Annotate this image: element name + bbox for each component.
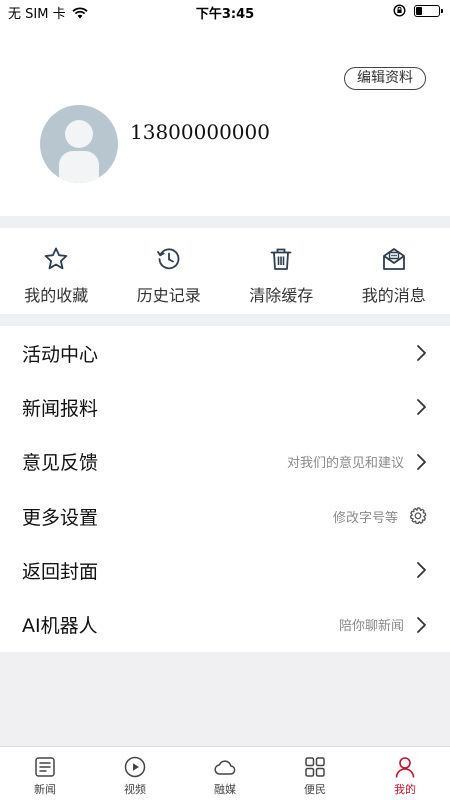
quick-action-clear-cache[interactable]: 清除缓存 <box>225 228 338 314</box>
quick-actions: 我的收藏 历史记录 清除缓存 我的消息 <box>0 228 450 314</box>
menu-item-hint: 陪你聊新闻 <box>338 619 404 635</box>
tab-label: 视频 <box>124 783 146 796</box>
menu-item-activity-center[interactable]: 活动中心 <box>0 326 450 380</box>
settings-menu: 活动中心 新闻报料 意见反馈 对我们的意见和建议 更多设置 修改字号等 返回封面… <box>0 326 450 652</box>
menu-item-label: 活动中心 <box>22 343 99 366</box>
tab-media[interactable]: 融媒 <box>180 747 270 800</box>
message-icon <box>382 248 405 270</box>
chevron-right-icon <box>417 453 426 470</box>
star-icon <box>44 247 68 270</box>
menu-item-feedback[interactable]: 意见反馈 对我们的意见和建议 <box>0 435 450 489</box>
news-icon <box>35 757 55 777</box>
orientation-lock-icon <box>393 4 406 17</box>
avatar[interactable] <box>40 105 118 183</box>
quick-action-favorites[interactable]: 我的收藏 <box>0 228 113 314</box>
menu-item-label: AI机器人 <box>22 615 98 638</box>
chevron-right-icon <box>417 562 426 579</box>
trash-icon <box>270 248 292 270</box>
grid-icon <box>305 757 325 777</box>
quick-action-messages[interactable]: 我的消息 <box>338 228 450 314</box>
menu-item-hint: 对我们的意见和建议 <box>286 456 404 472</box>
phone-number: 13800000000 <box>130 120 270 144</box>
menu-item-hint: 修改字号等 <box>332 510 398 526</box>
menu-item-label: 返回封面 <box>22 560 99 583</box>
section-divider <box>0 216 450 228</box>
quick-action-label: 历史记录 <box>136 286 201 305</box>
menu-item-more-settings[interactable]: 更多设置 修改字号等 <box>0 489 450 543</box>
tab-services[interactable]: 便民 <box>270 747 360 800</box>
status-right <box>393 4 443 17</box>
chevron-right-icon <box>417 399 426 416</box>
empty-background <box>0 652 450 746</box>
chevron-right-icon <box>417 345 426 362</box>
tab-news[interactable]: 新闻 <box>0 747 90 800</box>
quick-action-label: 清除缓存 <box>249 286 314 305</box>
tab-label: 融媒 <box>214 783 236 796</box>
tab-label: 我的 <box>394 783 416 796</box>
default-avatar-icon <box>59 120 99 183</box>
history-icon <box>156 248 180 270</box>
quick-action-label: 我的消息 <box>361 286 426 305</box>
gear-icon <box>409 507 427 525</box>
menu-item-label: 更多设置 <box>22 506 99 529</box>
battery-icon <box>414 4 443 17</box>
person-icon <box>395 757 415 778</box>
tab-label: 便民 <box>304 783 326 796</box>
quick-action-label: 我的收藏 <box>24 286 89 305</box>
video-icon <box>124 756 146 778</box>
bottom-tab-bar: 新闻 视频 融媒 便民 我的 <box>0 746 450 800</box>
profile-header: 编辑资料 13800000000 <box>0 22 450 216</box>
menu-item-label: 意见反馈 <box>22 452 99 475</box>
quick-action-history[interactable]: 历史记录 <box>113 228 226 314</box>
menu-item-label: 新闻报料 <box>22 397 99 420</box>
tab-mine[interactable]: 我的 <box>360 747 450 800</box>
menu-item-back-to-cover[interactable]: 返回封面 <box>0 543 450 597</box>
menu-item-news-tip[interactable]: 新闻报料 <box>0 380 450 434</box>
section-divider <box>0 314 450 326</box>
chevron-right-icon <box>417 616 426 633</box>
status-time: 下午3:45 <box>195 7 255 22</box>
cloud-icon <box>214 760 236 775</box>
edit-profile-button[interactable]: 编辑资料 <box>344 67 426 90</box>
menu-item-ai-robot[interactable]: AI机器人 陪你聊新闻 <box>0 597 450 651</box>
status-bar: 无 SIM 卡 下午3:45 <box>0 0 450 22</box>
tab-video[interactable]: 视频 <box>90 747 180 800</box>
tab-label: 新闻 <box>34 783 56 796</box>
